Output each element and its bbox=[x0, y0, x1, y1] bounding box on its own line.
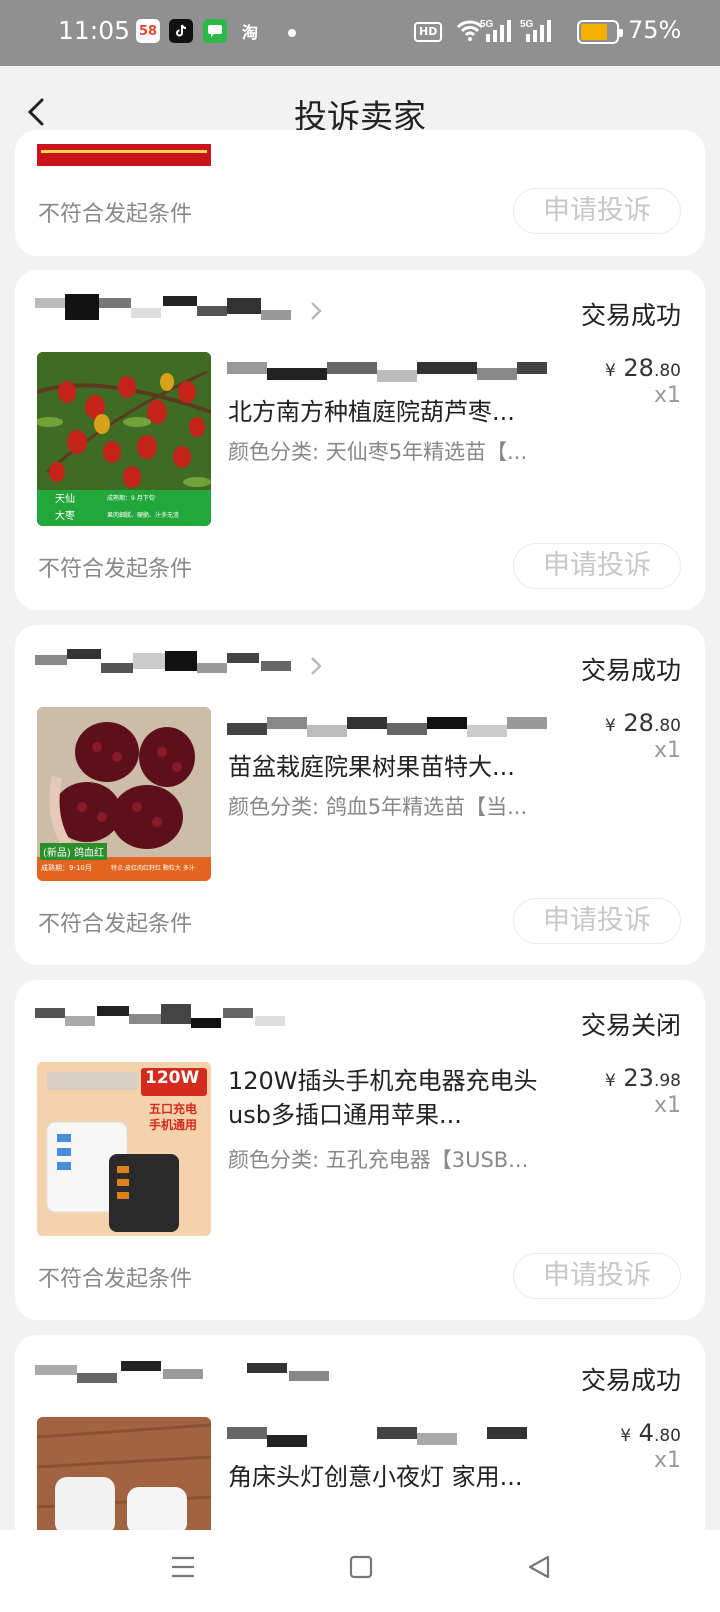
complain-button[interactable]: 申请投诉 bbox=[513, 898, 681, 944]
menu-icon[interactable] bbox=[170, 1554, 196, 1584]
taobao-icon: 淘 bbox=[241, 23, 258, 42]
condition-text: 不符合发起条件 bbox=[38, 912, 193, 937]
complain-button[interactable]: 申请投诉 bbox=[513, 188, 681, 234]
order-status: 交易成功 bbox=[580, 656, 681, 685]
condition-text: 不符合发起条件 bbox=[38, 1267, 193, 1292]
thumb-label: 五口充电 bbox=[149, 1102, 198, 1116]
douyin-icon bbox=[169, 19, 193, 43]
product-title[interactable]: 苗盆栽庭院果树果苗特大... bbox=[228, 750, 558, 784]
thumb-label: 大枣 bbox=[55, 511, 75, 522]
thumb-note: 成熟期：9-10月 bbox=[41, 864, 92, 872]
product-price: ¥ 28.80 bbox=[604, 709, 681, 737]
redacted-text bbox=[227, 717, 547, 741]
order-status: 交易成功 bbox=[580, 301, 681, 330]
product-thumbnail bbox=[37, 144, 211, 166]
condition-text: 不符合发起条件 bbox=[38, 557, 193, 582]
battery-icon bbox=[577, 20, 623, 44]
chat-icon bbox=[203, 19, 227, 43]
thumb-label: (新品) 鸽血红 bbox=[40, 843, 107, 860]
product-price: ¥ 23.98 bbox=[604, 1064, 681, 1092]
product-qty: x1 bbox=[653, 1448, 681, 1473]
svg-text:5G: 5G bbox=[480, 19, 494, 30]
product-price: ¥ 28.80 bbox=[604, 354, 681, 382]
shop-name bbox=[35, 1359, 329, 1393]
charger-image bbox=[37, 1062, 211, 1236]
condition-text: 不符合发起条件 bbox=[38, 202, 193, 227]
shop-name[interactable] bbox=[35, 649, 322, 683]
shop-name[interactable] bbox=[35, 294, 322, 328]
product-title[interactable]: 北方南方种植庭院葫芦枣... bbox=[228, 395, 558, 429]
thumb-note: 特点:皮红肉红籽红 颗粒大 多汁 bbox=[111, 865, 195, 872]
product-sku: 颜色分类: 五孔充电器【3USB... bbox=[228, 1148, 529, 1172]
status-bar: 11:05 58 淘 HD 5G 5G 75% bbox=[0, 0, 720, 66]
system-nav-bar bbox=[0, 1530, 720, 1612]
product-thumbnail[interactable]: 120W 五口充电 手机通用 bbox=[37, 1062, 211, 1236]
chevron-right-icon bbox=[311, 302, 322, 320]
signal-2-icon: 5G bbox=[520, 18, 554, 48]
order-status: 交易成功 bbox=[580, 1366, 681, 1395]
complain-button[interactable]: 申请投诉 bbox=[513, 543, 681, 589]
redacted-text bbox=[227, 362, 547, 386]
thumb-note: 果肉细腻、硬脆、汁多无渣 bbox=[107, 512, 180, 519]
order-card: 交易成功 天仙 大枣 成熟期：9 月下旬 果肉细腻、硬脆、汁多无渣 北方南方种植… bbox=[15, 270, 705, 610]
product-qty: x1 bbox=[653, 1093, 681, 1118]
order-status: 交易关闭 bbox=[580, 1011, 681, 1040]
thumb-badge: 120W bbox=[145, 1068, 200, 1088]
product-qty: x1 bbox=[653, 738, 681, 763]
hd-badge: HD bbox=[414, 22, 443, 42]
product-thumbnail[interactable]: 天仙 大枣 成熟期：9 月下旬 果肉细腻、硬脆、汁多无渣 bbox=[37, 352, 211, 526]
product-title[interactable]: 120W插头手机充电器充电头usb多插口通用苹果... bbox=[228, 1064, 558, 1132]
order-card: 不符合发起条件 申请投诉 bbox=[15, 130, 705, 256]
product-price: ¥ 4.80 bbox=[620, 1419, 681, 1447]
product-qty: x1 bbox=[653, 383, 681, 408]
redacted-text bbox=[227, 1427, 547, 1451]
product-title[interactable]: 角床头灯创意小夜灯 家用... bbox=[228, 1460, 558, 1494]
order-card: 交易关闭 120W 五口充电 手机通用 120W插头手机充电器充电头usb多插口… bbox=[15, 980, 705, 1320]
product-sku: 颜色分类: 鸽血5年精选苗【当... bbox=[228, 795, 528, 819]
shop-name bbox=[35, 1004, 317, 1038]
battery-percent: 75% bbox=[628, 16, 682, 44]
product-sku: 颜色分类: 天仙枣5年精选苗【... bbox=[228, 440, 528, 464]
product-thumbnail[interactable] bbox=[37, 1417, 211, 1535]
thumb-note: 成熟期：9 月下旬 bbox=[107, 495, 155, 502]
night-light-image bbox=[37, 1417, 211, 1535]
complain-button[interactable]: 申请投诉 bbox=[513, 1253, 681, 1299]
notification-dot-icon bbox=[288, 29, 296, 37]
signal-1-icon: 5G bbox=[480, 18, 514, 48]
thumb-label: 天仙 bbox=[55, 494, 75, 505]
status-time: 11:05 bbox=[58, 16, 131, 45]
order-card: 交易成功 角床头灯创意小夜灯 家用... ¥ 4.80 x1 bbox=[15, 1335, 705, 1535]
svg-text:5G: 5G bbox=[520, 19, 534, 30]
app-58-icon: 58 bbox=[136, 19, 160, 43]
order-card: 交易成功 (新品) 鸽血红 成熟期：9-10月 特点:皮红肉红籽红 颗粒大 多汁… bbox=[15, 625, 705, 965]
chevron-right-icon bbox=[311, 657, 322, 675]
back-triangle-icon[interactable] bbox=[526, 1554, 552, 1584]
home-icon[interactable] bbox=[349, 1554, 373, 1584]
thumb-label: 手机通用 bbox=[149, 1118, 198, 1132]
product-thumbnail[interactable]: (新品) 鸽血红 成熟期：9-10月 特点:皮红肉红籽红 颗粒大 多汁 bbox=[37, 707, 211, 881]
